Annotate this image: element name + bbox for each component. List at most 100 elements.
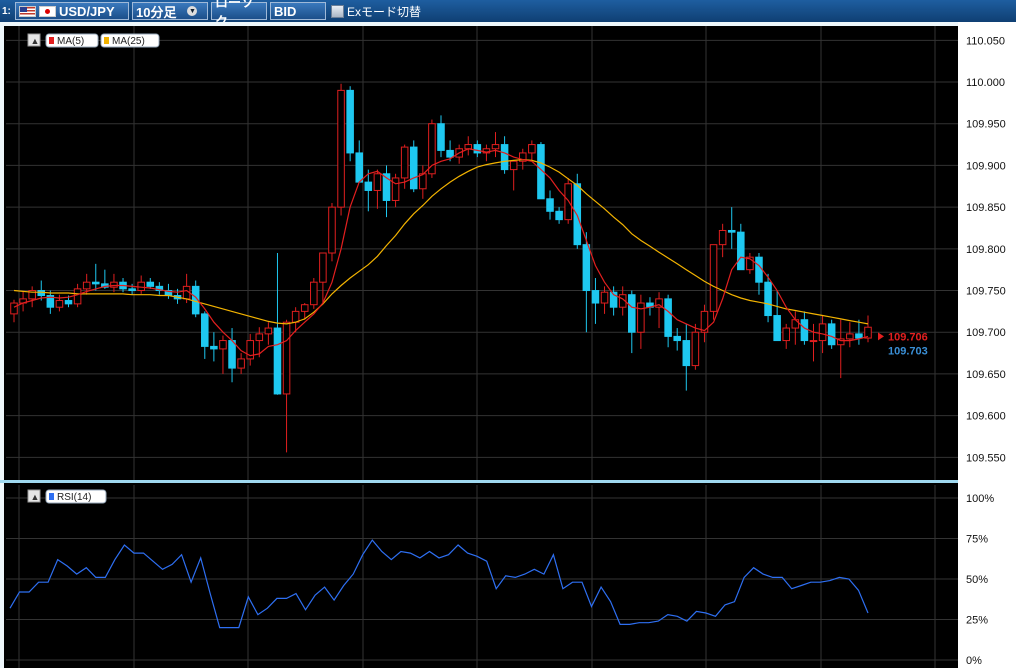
legend-rsi-swatch [49,493,54,500]
legend-rsi[interactable]: RSI(14) [45,489,107,504]
candle-body[interactable] [782,327,791,342]
candle-body[interactable] [473,144,482,154]
candle-body[interactable] [128,288,136,292]
candle-body[interactable] [364,181,373,191]
candle-body[interactable] [328,206,336,254]
collapse-arrow-icon: ▲ [31,492,40,502]
price-tick-label: 110.050 [966,35,1005,47]
candle-body[interactable] [573,183,582,246]
candle-body[interactable] [528,144,536,154]
price-tick-label: 109.900 [966,160,1006,172]
candle-body[interactable] [300,304,309,312]
rsi-tick-label: 50% [966,574,988,586]
candle-body[interactable] [355,152,364,183]
candle-body[interactable] [55,300,64,308]
candle-body[interactable] [491,144,500,150]
legend-ma25-label: MA(25) [112,36,145,47]
ex-mode-label: Exモード切替 [347,4,422,19]
candle-body[interactable] [73,288,82,305]
candle-body[interactable] [337,89,345,208]
candle-body[interactable] [546,198,554,212]
candle-body[interactable] [664,298,672,337]
candle-body[interactable] [91,281,100,285]
candle-body[interactable] [10,302,18,315]
pane-separator[interactable] [0,480,958,483]
candle-body[interactable] [591,290,600,304]
candle-body[interactable] [709,244,718,312]
candle-body[interactable] [818,323,827,342]
legend-ma5-label: MA(5) [57,36,84,47]
candle-body[interactable] [564,183,572,221]
price-tick-label: 110.000 [966,77,1005,89]
candle-body[interactable] [437,123,445,151]
timeframe-selector[interactable]: 10分足 ▼ [132,2,208,20]
candle-body[interactable] [237,358,245,369]
ma5-value-badge: 109.706 [888,331,928,343]
timeframe-label: 10分足 [136,4,177,20]
candle-body[interactable] [827,323,836,346]
candle-body[interactable] [282,321,291,395]
candle-body[interactable] [464,144,473,150]
candle-body[interactable] [146,281,155,287]
candle-body[interactable] [400,146,409,179]
candle-body[interactable] [582,244,591,292]
chart-area[interactable]: 110.050 110.000 109.950 109.900 109.850 109.8… [0,22,1016,668]
candle-body[interactable] [210,345,218,350]
rsi-tick-label: 100% [966,493,994,505]
ma25-value-badge: 109.703 [888,345,928,357]
candle-body[interactable] [446,149,454,158]
candle-body[interactable] [764,281,772,317]
candle-body[interactable] [691,331,700,367]
currency-pair-selector[interactable]: USD/JPY [15,2,129,20]
price-tick-label: 109.600 [966,411,1006,423]
candle-body[interactable] [64,300,73,305]
legend-ma5[interactable]: MA(5) [45,33,99,48]
candle-body[interactable] [310,281,318,306]
candle-body[interactable] [628,294,636,333]
candle-body[interactable] [110,281,118,288]
price-side-selector[interactable]: BID [270,2,326,20]
rsi-tick-label: 75% [966,534,988,546]
legend-rsi-label: RSI(14) [57,492,91,503]
candle-body[interactable] [809,340,818,343]
candle-body[interactable] [273,327,282,395]
candle-body[interactable] [228,340,236,369]
ex-mode-checkbox[interactable] [331,4,344,18]
candle-body[interactable] [319,252,327,283]
candle-body[interactable] [600,291,609,304]
dropdown-arrow-icon: ▼ [187,6,198,16]
candle-body[interactable] [255,333,264,342]
candle-body[interactable] [637,302,645,333]
candle-body[interactable] [409,146,418,190]
candle-body[interactable] [800,319,809,342]
candle-body[interactable] [846,333,854,340]
candle-body[interactable] [346,89,354,154]
candle-body[interactable] [500,144,509,171]
candle-body[interactable] [755,256,763,283]
candle-body[interactable] [37,290,46,297]
candle-body[interactable] [373,173,382,191]
candle-body[interactable] [391,177,400,201]
candle-body[interactable] [428,123,436,175]
candle-body[interactable] [264,327,273,335]
price-tick-label: 109.750 [966,286,1006,298]
legend-ma25[interactable]: MA(25) [100,33,160,48]
candle-body[interactable] [727,229,736,233]
candle-body[interactable] [137,281,145,292]
candle-body[interactable] [201,313,209,347]
candle-body[interactable] [291,310,300,323]
candle-body[interactable] [855,333,863,339]
candle-body[interactable] [219,340,227,350]
candle-body[interactable] [773,315,781,342]
chart-type-selector[interactable]: ローソク [211,0,267,29]
candle-body[interactable] [682,340,691,367]
candle-body[interactable] [718,229,727,246]
candle-body[interactable] [82,281,91,290]
price-tick-label: 109.550 [966,452,1006,464]
candle-body[interactable] [673,335,681,342]
candle-body[interactable] [791,319,800,329]
candle-body[interactable] [737,231,745,271]
candle-body[interactable] [509,160,518,171]
candle-body[interactable] [555,210,563,221]
legend-ma25-swatch [104,37,109,44]
